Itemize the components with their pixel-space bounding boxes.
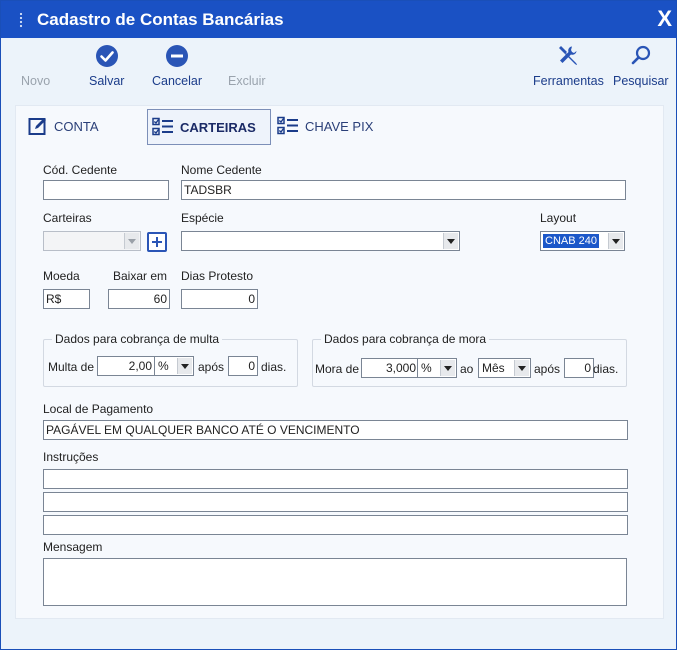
mensagem-textarea[interactable] bbox=[43, 558, 627, 606]
mora-ao-label: ao bbox=[460, 362, 474, 376]
instrucoes-line-1[interactable] bbox=[43, 469, 628, 489]
mora-unit-select[interactable]: % bbox=[417, 358, 457, 378]
multa-unit-select[interactable]: % bbox=[154, 356, 194, 376]
multa-label: Multa de bbox=[48, 360, 95, 374]
pesquisar-label: Pesquisar bbox=[613, 74, 669, 88]
layout-value: CNAB 240 bbox=[543, 234, 599, 248]
window: Cadastro de Contas Bancárias X Novo Salv… bbox=[0, 0, 677, 650]
add-carteira-button[interactable] bbox=[147, 232, 167, 252]
close-button[interactable]: X bbox=[657, 7, 672, 31]
moeda-label: Moeda bbox=[43, 269, 80, 283]
cancelar-button[interactable]: Cancelar bbox=[152, 44, 202, 88]
form-panel: CONTA CARTEIRAS CHAVE PIX Cód. Cedente N… bbox=[15, 105, 664, 619]
novo-label: Novo bbox=[21, 74, 51, 88]
especie-label: Espécie bbox=[181, 211, 224, 225]
local-pagamento-label: Local de Pagamento bbox=[43, 402, 154, 416]
layout-select[interactable]: CNAB 240 bbox=[540, 231, 625, 251]
ferramentas-button[interactable]: Ferramentas bbox=[533, 44, 604, 88]
tab-chave-pix[interactable]: CHAVE PIX bbox=[277, 109, 387, 143]
ferramentas-label: Ferramentas bbox=[533, 74, 604, 88]
salvar-button[interactable]: Salvar bbox=[89, 44, 124, 88]
minus-circle-icon bbox=[166, 45, 189, 67]
drag-handle-icon[interactable] bbox=[19, 12, 23, 28]
excluir-label: Excluir bbox=[228, 74, 266, 88]
carteiras-select[interactable] bbox=[43, 231, 141, 251]
mora-unit-value: % bbox=[421, 361, 432, 375]
instrucoes-line-3[interactable] bbox=[43, 515, 628, 535]
mora-days-input[interactable]: 0 bbox=[564, 358, 594, 378]
layout-label: Layout bbox=[540, 211, 577, 225]
edit-icon bbox=[28, 118, 46, 135]
tab-chave-pix-label: CHAVE PIX bbox=[305, 118, 374, 134]
multa-value-input[interactable]: 2,00 bbox=[97, 356, 155, 376]
multa-dias-label: dias. bbox=[261, 360, 287, 374]
mora-legend: Dados para cobrança de mora bbox=[324, 332, 487, 346]
multa-unit-value: % bbox=[158, 359, 169, 373]
novo-button[interactable]: Novo bbox=[21, 44, 50, 88]
tab-carteiras-label: CARTEIRAS bbox=[180, 119, 256, 135]
mora-dias-label: dias. bbox=[593, 362, 619, 376]
nome-cedente-label: Nome Cedente bbox=[181, 163, 262, 177]
excluir-button[interactable]: Excluir bbox=[228, 44, 266, 88]
cancelar-label: Cancelar bbox=[152, 74, 203, 88]
tab-carteiras[interactable]: CARTEIRAS bbox=[147, 109, 271, 145]
carteiras-label: Carteiras bbox=[43, 211, 92, 225]
salvar-label: Salvar bbox=[89, 74, 125, 88]
especie-select[interactable] bbox=[181, 231, 460, 251]
check-circle-icon bbox=[95, 45, 118, 67]
pesquisar-button[interactable]: Pesquisar bbox=[613, 44, 669, 88]
mora-apos-label: após bbox=[534, 362, 561, 376]
title-bar[interactable]: Cadastro de Contas Bancárias X bbox=[1, 1, 676, 38]
cod-cedente-label: Cód. Cedente bbox=[43, 163, 118, 177]
checklist-icon bbox=[277, 116, 298, 135]
cod-cedente-input[interactable] bbox=[43, 180, 169, 200]
moeda-input[interactable]: R$ bbox=[43, 289, 90, 309]
instrucoes-line-2[interactable] bbox=[43, 492, 628, 512]
multa-legend: Dados para cobrança de multa bbox=[55, 332, 220, 346]
excluir-icon bbox=[235, 44, 259, 68]
checklist-icon bbox=[152, 117, 173, 136]
dias-protesto-input[interactable]: 0 bbox=[181, 289, 258, 309]
tab-conta[interactable]: CONTA bbox=[28, 109, 128, 143]
novo-icon bbox=[24, 44, 48, 68]
search-icon bbox=[631, 45, 650, 65]
mensagem-label: Mensagem bbox=[43, 540, 103, 554]
multa-days-input[interactable]: 0 bbox=[228, 356, 258, 376]
local-pagamento-input[interactable]: PAGÁVEL EM QUALQUER BANCO ATÉ O VENCIMEN… bbox=[43, 420, 628, 440]
baixar-em-label: Baixar em bbox=[113, 269, 168, 283]
mora-period-select[interactable]: Mês bbox=[478, 358, 531, 378]
mora-period-value: Mês bbox=[482, 361, 505, 375]
mora-label: Mora de bbox=[315, 362, 360, 376]
chevron-down-icon[interactable] bbox=[608, 233, 623, 249]
tools-icon bbox=[559, 46, 578, 65]
nome-cedente-input[interactable]: TADSBR bbox=[181, 180, 626, 200]
baixar-em-input[interactable]: 60 bbox=[108, 289, 170, 309]
toolbar: Novo Salvar Cancelar Excluir Ferramentas… bbox=[1, 38, 676, 92]
chevron-down-icon[interactable] bbox=[177, 358, 192, 374]
tab-conta-label: CONTA bbox=[54, 118, 99, 134]
chevron-down-icon[interactable] bbox=[124, 233, 139, 249]
mora-value-input[interactable]: 3,000 bbox=[361, 358, 419, 378]
chevron-down-icon[interactable] bbox=[514, 360, 529, 376]
multa-apos-label: após bbox=[198, 360, 225, 374]
chevron-down-icon[interactable] bbox=[440, 360, 455, 376]
chevron-down-icon[interactable] bbox=[443, 233, 458, 249]
instrucoes-label: Instruções bbox=[43, 450, 99, 464]
window-title: Cadastro de Contas Bancárias bbox=[37, 10, 284, 29]
dias-protesto-label: Dias Protesto bbox=[181, 269, 254, 283]
